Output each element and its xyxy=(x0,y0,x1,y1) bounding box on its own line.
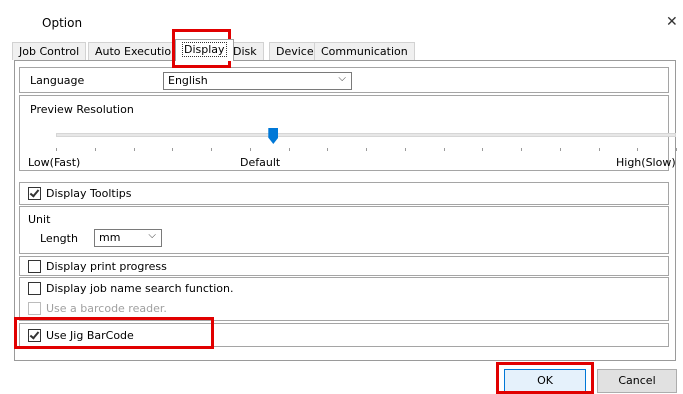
job-name-search-label: Display job name search function. xyxy=(46,282,234,295)
slider-tick xyxy=(249,148,251,151)
low-fast-label: Low(Fast) xyxy=(28,156,81,169)
slider-tick xyxy=(559,148,561,151)
length-unit-value: mm xyxy=(99,231,121,244)
slider-tick xyxy=(404,148,406,151)
language-select[interactable]: English ⌵ xyxy=(163,72,352,90)
slider-tick xyxy=(676,148,677,151)
checkmark-icon xyxy=(29,187,40,198)
tab-display[interactable]: Display xyxy=(175,39,234,61)
ok-button[interactable]: OK xyxy=(504,369,586,393)
slider-tick xyxy=(211,148,212,151)
high-slow-label: High(Slow) xyxy=(616,156,676,169)
language-label: Language xyxy=(30,74,85,87)
slider-tick xyxy=(443,148,445,151)
display-tab-panel: Language English ⌵ Preview Resolution Lo… xyxy=(14,60,677,361)
unit-group: Unit Length mm ⌵ xyxy=(19,206,669,254)
cancel-button[interactable]: Cancel xyxy=(597,369,677,393)
slider-tick xyxy=(327,148,329,151)
slider-tick xyxy=(288,148,290,151)
close-icon[interactable]: ✕ xyxy=(666,14,678,30)
length-unit-select[interactable]: mm ⌵ xyxy=(94,229,162,247)
job-name-search-group: Display job name search function. Use a … xyxy=(19,277,669,321)
tab-auto-execution[interactable]: Auto Execution xyxy=(88,42,186,60)
checkmark-icon xyxy=(29,329,40,340)
tab-job-control[interactable]: Job Control xyxy=(12,42,87,60)
window-title: Option xyxy=(42,16,83,30)
tab-strip: Job Control Auto Execution Display Disk … xyxy=(12,39,672,62)
slider-tick xyxy=(172,148,174,151)
preview-resolution-group: Preview Resolution Low(Fast) Default Hig… xyxy=(19,95,677,171)
display-print-progress-label: Display print progress xyxy=(46,260,167,273)
length-label: Length xyxy=(40,232,78,245)
preview-resolution-track[interactable] xyxy=(56,128,676,144)
slider-tick xyxy=(482,148,484,151)
slider-tick xyxy=(94,148,96,151)
slider-tick xyxy=(133,148,135,151)
chevron-down-icon: ⌵ xyxy=(338,73,346,84)
display-tooltips-group: Display Tooltips xyxy=(19,182,669,205)
language-select-value: English xyxy=(168,74,208,87)
default-label: Default xyxy=(240,156,281,169)
slider-tick xyxy=(598,148,600,151)
tab-communication[interactable]: Communication xyxy=(314,42,415,60)
slider-tick xyxy=(521,148,522,151)
display-tooltips-checkbox[interactable] xyxy=(28,187,41,200)
unit-label: Unit xyxy=(28,213,51,226)
barcode-reader-checkbox xyxy=(28,302,41,315)
chevron-down-icon: ⌵ xyxy=(148,230,156,241)
slider-tick xyxy=(366,148,367,151)
slider-tick xyxy=(56,148,57,151)
barcode-reader-label: Use a barcode reader. xyxy=(46,302,167,315)
preview-resolution-label: Preview Resolution xyxy=(30,103,134,116)
title-bar: Option ✕ xyxy=(0,0,683,40)
job-name-search-checkbox[interactable] xyxy=(28,282,41,295)
jig-barcode-group: Use Jig BarCode xyxy=(19,323,669,347)
tab-device[interactable]: Device xyxy=(269,42,321,60)
jig-barcode-label: Use Jig BarCode xyxy=(46,329,134,342)
display-tooltips-label: Display Tooltips xyxy=(46,187,132,200)
preview-resolution-ticks xyxy=(56,148,677,152)
preview-resolution-slider-thumb[interactable] xyxy=(268,128,279,144)
jig-barcode-checkbox[interactable] xyxy=(28,329,41,342)
tab-display-label: Display xyxy=(182,42,227,57)
print-progress-group: Display print progress xyxy=(19,256,669,276)
slider-tick xyxy=(637,148,639,151)
language-group: Language English ⌵ xyxy=(19,67,669,93)
display-print-progress-checkbox[interactable] xyxy=(28,260,41,273)
